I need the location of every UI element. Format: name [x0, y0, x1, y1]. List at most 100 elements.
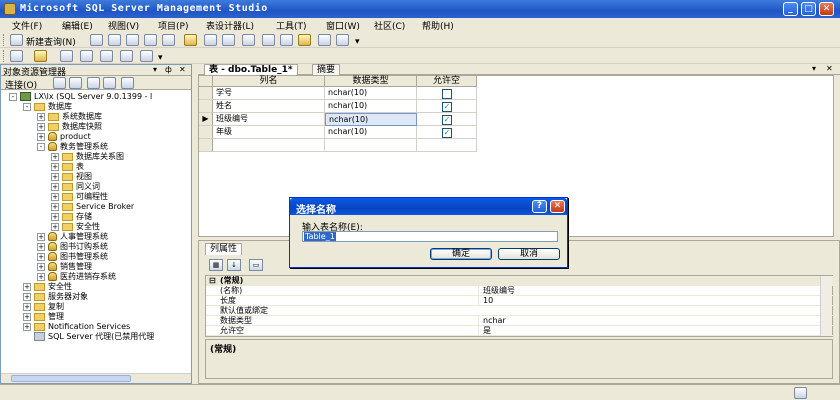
dmx-query-icon[interactable] — [162, 34, 175, 46]
maximize-button[interactable]: □ — [801, 2, 816, 16]
column-header-allow-null[interactable]: 允许空 — [417, 76, 477, 87]
column-name-cell[interactable]: 姓名 — [213, 100, 325, 113]
column-header-type[interactable]: 数据类型 — [325, 76, 417, 87]
collapse-icon[interactable]: - — [9, 92, 17, 101]
expand-icon[interactable]: + — [51, 172, 59, 181]
property-pages-icon[interactable]: ▭ — [249, 259, 263, 271]
tree-node[interactable]: - 数据库 — [23, 102, 72, 112]
tab-summary[interactable]: 摘要 — [312, 64, 341, 75]
tree-node[interactable]: + 安全性 — [51, 222, 100, 232]
xml-indexes-icon[interactable] — [120, 50, 133, 62]
save-icon[interactable] — [204, 34, 217, 46]
tree-node[interactable]: + 服务器对象 — [23, 292, 88, 302]
tree-node[interactable]: + 销售管理 — [37, 262, 92, 272]
template-explorer-icon[interactable] — [298, 34, 311, 46]
data-type-cell[interactable]: nchar(10) — [325, 126, 417, 139]
alphabetical-icon[interactable]: ↓ — [227, 259, 241, 271]
column-name-cell[interactable] — [213, 139, 325, 152]
property-row[interactable]: 默认值或绑定 — [206, 306, 834, 316]
expand-icon[interactable]: + — [51, 202, 59, 211]
expand-icon[interactable]: + — [37, 232, 45, 241]
fulltext-index-icon[interactable] — [100, 50, 113, 62]
tree-node[interactable]: + 存储 — [51, 212, 92, 222]
tree-node[interactable]: + 管理 — [23, 312, 64, 322]
close-panel-icon[interactable]: ✕ — [179, 65, 186, 74]
property-value[interactable]: 是 — [478, 326, 808, 336]
object-explorer-icon[interactable] — [280, 34, 293, 46]
toolbar-overflow-icon[interactable]: ▾ — [355, 37, 360, 47]
expand-icon[interactable]: + — [51, 212, 59, 221]
row-selector[interactable] — [199, 100, 213, 113]
expand-icon[interactable]: + — [37, 252, 45, 261]
help-icon[interactable]: ? — [532, 200, 547, 213]
menu-view[interactable]: 视图(V) — [108, 19, 139, 32]
tree-node[interactable]: + 视图 — [51, 172, 92, 182]
tree-node[interactable]: + Notification Services — [23, 322, 130, 332]
tab-menu-icon[interactable]: ▾ — [812, 64, 816, 73]
collapse-icon[interactable]: - — [23, 102, 31, 111]
tree-node[interactable]: + 可编程性 — [51, 192, 108, 202]
property-grid-scrollbar[interactable] — [820, 276, 832, 336]
save-all-icon[interactable] — [222, 34, 235, 46]
row-selector[interactable] — [199, 139, 213, 152]
refresh-icon[interactable] — [103, 77, 116, 89]
expand-icon[interactable]: + — [37, 262, 45, 271]
cancel-button[interactable]: 取消 — [498, 248, 560, 260]
toolbar-overflow-icon[interactable]: ▾ — [158, 53, 163, 63]
toolbar-grip[interactable] — [3, 34, 6, 46]
data-type-cell[interactable]: nchar(10) — [325, 113, 417, 126]
tree-node[interactable]: + 表 — [51, 162, 84, 172]
new-query-button[interactable]: 新建查询(N) — [26, 35, 76, 48]
menu-edit[interactable]: 编辑(E) — [62, 19, 93, 32]
horizontal-scrollbar[interactable] — [1, 373, 191, 383]
tree-node[interactable]: + 图书订购系统 — [37, 242, 108, 252]
toolbar-grip[interactable] — [3, 50, 6, 62]
tree-node[interactable]: + 人事管理系统 — [37, 232, 108, 242]
data-type-cell[interactable]: nchar(10) — [325, 100, 417, 113]
menu-window[interactable]: 窗口(W) — [326, 19, 360, 32]
new-query-icon[interactable] — [10, 34, 23, 46]
tree-node[interactable]: - LX\lx (SQL Server 9.0.1399 - l — [9, 92, 152, 102]
expand-icon[interactable]: + — [37, 122, 45, 131]
tree-node[interactable]: + 数据库快照 — [37, 122, 102, 132]
properties-window-icon[interactable] — [318, 34, 331, 46]
expand-icon[interactable]: + — [51, 182, 59, 191]
expand-icon[interactable]: + — [37, 112, 45, 121]
property-row[interactable]: 允许空 是 — [206, 326, 834, 336]
close-tab-icon[interactable]: ✕ — [826, 64, 833, 73]
menu-community[interactable]: 社区(C) — [374, 19, 405, 32]
property-row[interactable]: 数据类型 nchar — [206, 316, 834, 326]
expand-icon[interactable]: + — [51, 192, 59, 201]
tree-node[interactable]: + 图书管理系统 — [37, 252, 108, 262]
db-engine-query-icon[interactable] — [90, 34, 103, 46]
allow-null-cell[interactable] — [417, 139, 477, 152]
column-header-name[interactable]: 列名 — [213, 76, 325, 87]
property-value[interactable]: 10 — [478, 296, 808, 306]
connect-icon[interactable] — [53, 77, 66, 89]
expand-icon[interactable]: + — [37, 242, 45, 251]
collapse-icon[interactable]: - — [37, 142, 45, 151]
tree-node[interactable]: + 数据库关系图 — [51, 152, 124, 162]
xmla-query-icon[interactable] — [144, 34, 157, 46]
property-value[interactable]: nchar — [478, 316, 808, 326]
row-selector[interactable]: ▶ — [199, 113, 213, 126]
column-name-cell[interactable]: 学号 — [213, 87, 325, 100]
relationships-icon[interactable] — [60, 50, 73, 62]
column-name-cell[interactable]: 班级编号 — [213, 113, 325, 126]
expand-icon[interactable]: + — [23, 292, 31, 301]
expand-icon[interactable]: + — [51, 152, 59, 161]
tree-node[interactable]: + 医药进销存系统 — [37, 272, 116, 282]
collapse-icon[interactable]: ⊟ — [209, 276, 216, 286]
scroll-thumb[interactable] — [11, 375, 131, 382]
close-icon[interactable]: ✕ — [550, 200, 565, 213]
tree-node[interactable]: + 系统数据库 — [37, 112, 102, 122]
window-position-icon[interactable]: ▾ — [153, 65, 157, 74]
close-button[interactable]: ✕ — [819, 2, 834, 16]
property-category[interactable]: ⊟ (常规) — [206, 276, 834, 286]
allow-null-checkbox[interactable]: ✓ — [442, 115, 452, 125]
property-row[interactable]: 长度 10 — [206, 296, 834, 306]
property-row[interactable]: (名称) 班级编号 — [206, 286, 834, 296]
tab-table-designer[interactable]: 表 - dbo.Table_1* — [204, 64, 298, 75]
allow-null-checkbox[interactable]: ✓ — [442, 128, 452, 138]
expand-icon[interactable]: + — [23, 312, 31, 321]
